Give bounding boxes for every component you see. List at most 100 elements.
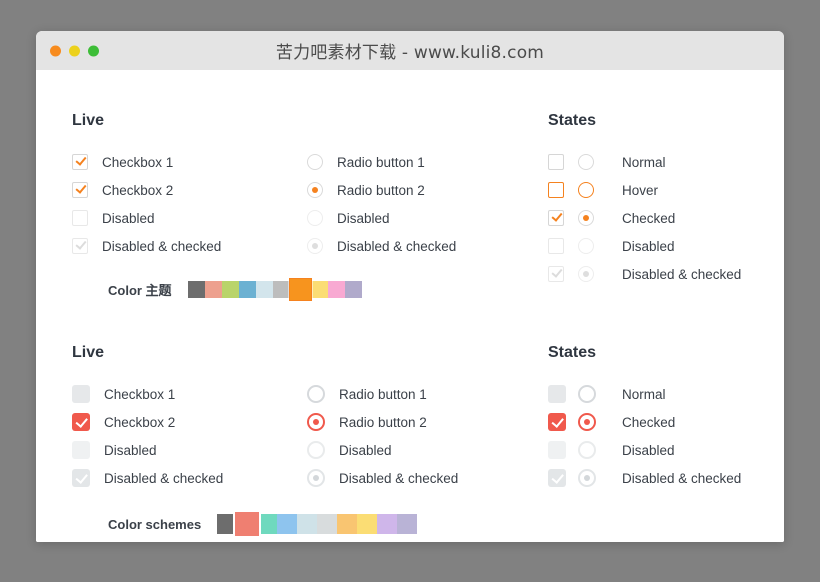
state-row-normal[interactable]: Normal (548, 380, 778, 408)
radio-icon[interactable] (307, 413, 325, 431)
radio-icon[interactable] (307, 182, 323, 198)
palette-swatch[interactable] (328, 281, 345, 298)
radio-row[interactable]: Radio button 2 (307, 176, 542, 204)
live-column-orange: Live Checkbox 1 Checkbox 2 D (72, 112, 542, 260)
radio-group-coral: Radio button 1 Radio button 2 Disabled (307, 380, 542, 492)
checkbox-row[interactable]: Checkbox 1 (72, 380, 307, 408)
palette-swatch[interactable] (345, 281, 362, 298)
palette-swatch[interactable] (357, 514, 377, 534)
palette-swatches-coral (217, 514, 417, 534)
palette-swatch[interactable] (256, 281, 273, 298)
state-label: Normal (622, 155, 666, 170)
radio-row: Disabled (307, 204, 542, 232)
states-column-orange: States Normal Hover Checked (548, 112, 778, 288)
checkbox-row[interactable]: Checkbox 2 (72, 408, 307, 436)
window-titlebar: 苦力吧素材下载 - www.kuli8.com (36, 31, 784, 70)
checkbox-icon[interactable] (548, 385, 566, 403)
radio-icon (578, 441, 596, 459)
checkbox-icon (548, 266, 564, 282)
radio-group-orange: Radio button 1 Radio button 2 Disabled (307, 148, 542, 260)
palette-swatch[interactable] (273, 281, 290, 298)
checkbox-icon (72, 210, 88, 226)
state-label: Normal (622, 387, 666, 402)
checkbox-row: Disabled (72, 436, 307, 464)
state-row-disabled: Disabled (548, 232, 778, 260)
radio-label: Radio button 2 (339, 415, 427, 430)
checkbox-label: Checkbox 2 (102, 183, 173, 198)
live-column-coral: Live Checkbox 1 Checkbox 2 D (72, 344, 542, 492)
radio-label: Disabled & checked (337, 239, 456, 254)
state-label: Disabled & checked (622, 471, 741, 486)
radio-icon[interactable] (578, 413, 596, 431)
palette-swatch[interactable] (188, 281, 205, 298)
checkbox-icon (548, 469, 566, 487)
checkbox-icon[interactable] (72, 182, 88, 198)
palette-swatch[interactable] (217, 514, 237, 534)
radio-label: Radio button 1 (337, 155, 425, 170)
checkbox-icon[interactable] (548, 413, 566, 431)
radio-row[interactable]: Radio button 1 (307, 148, 542, 176)
radio-icon[interactable] (578, 154, 594, 170)
palette-label: Color schemes (108, 517, 201, 532)
states-heading-coral: States (548, 344, 778, 362)
checkbox-row[interactable]: Checkbox 2 (72, 176, 307, 204)
checkbox-icon[interactable] (72, 154, 88, 170)
state-row-hover[interactable]: Hover (548, 176, 778, 204)
checkbox-icon (72, 441, 90, 459)
palette-swatch-selected[interactable] (290, 279, 311, 300)
palette-swatch[interactable] (311, 281, 328, 298)
checkbox-icon[interactable] (548, 154, 564, 170)
radio-label: Disabled & checked (339, 471, 458, 486)
close-window-button[interactable] (50, 45, 61, 56)
state-label: Checked (622, 415, 675, 430)
checkbox-group-coral: Checkbox 1 Checkbox 2 Disabled Disa (72, 380, 307, 492)
palette-swatch[interactable] (377, 514, 397, 534)
palette-swatch[interactable] (257, 514, 277, 534)
state-row-checked[interactable]: Checked (548, 408, 778, 436)
palette-swatch[interactable] (222, 281, 239, 298)
palette-swatch[interactable] (317, 514, 337, 534)
state-row-normal[interactable]: Normal (548, 148, 778, 176)
radio-icon (578, 266, 594, 282)
palette-row-coral: Color schemes (108, 514, 417, 534)
checkbox-label: Disabled (104, 443, 157, 458)
checkbox-icon[interactable] (548, 210, 564, 226)
radio-icon (578, 238, 594, 254)
window-title: 苦力吧素材下载 - www.kuli8.com (276, 38, 544, 63)
palette-row-orange: Color 主题 (108, 280, 362, 299)
palette-swatch[interactable] (239, 281, 256, 298)
radio-icon (307, 441, 325, 459)
checkbox-label: Checkbox 2 (104, 415, 175, 430)
minimize-window-button[interactable] (69, 45, 80, 56)
live-heading-orange: Live (72, 112, 542, 130)
maximize-window-button[interactable] (88, 45, 99, 56)
state-row-checked[interactable]: Checked (548, 204, 778, 232)
palette-swatch[interactable] (337, 514, 357, 534)
radio-icon[interactable] (307, 154, 323, 170)
radio-icon[interactable] (578, 182, 594, 198)
checkbox-icon[interactable] (548, 182, 564, 198)
radio-icon[interactable] (578, 385, 596, 403)
checkbox-icon[interactable] (72, 413, 90, 431)
radio-label: Disabled (339, 443, 392, 458)
app-window: 苦力吧素材下载 - www.kuli8.com Live Checkbox 1 … (36, 31, 784, 542)
palette-swatch[interactable] (205, 281, 222, 298)
palette-label: Color 主题 (108, 280, 172, 299)
radio-row: Disabled & checked (307, 464, 542, 492)
radio-icon[interactable] (307, 385, 325, 403)
radio-row[interactable]: Radio button 1 (307, 380, 542, 408)
palette-swatch[interactable] (277, 514, 297, 534)
state-label: Disabled & checked (622, 267, 741, 282)
radio-row[interactable]: Radio button 2 (307, 408, 542, 436)
checkbox-label: Disabled & checked (102, 239, 221, 254)
state-label: Hover (622, 183, 658, 198)
checkbox-row[interactable]: Checkbox 1 (72, 148, 307, 176)
radio-icon (307, 238, 323, 254)
radio-icon[interactable] (578, 210, 594, 226)
checkbox-icon (72, 469, 90, 487)
radio-label: Radio button 1 (339, 387, 427, 402)
palette-swatch[interactable] (297, 514, 317, 534)
palette-swatch-selected[interactable] (235, 512, 259, 536)
palette-swatch[interactable] (397, 514, 417, 534)
checkbox-icon[interactable] (72, 385, 90, 403)
